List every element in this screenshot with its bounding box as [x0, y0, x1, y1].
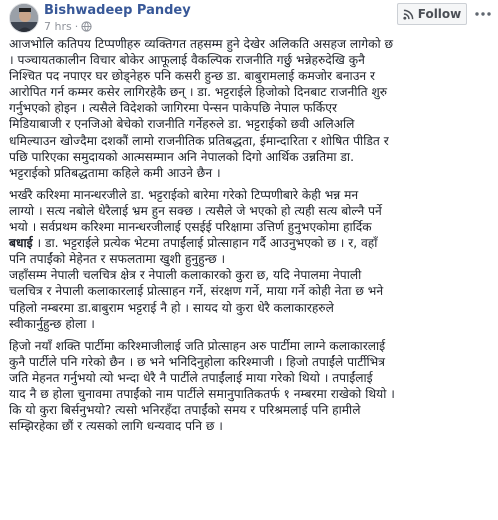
author-name[interactable]: Bishwadeep Pandey	[44, 3, 191, 18]
text-line: निश्चित पद नपाएर घर छोड्नेहरु पनि कसरी ह…	[9, 69, 376, 84]
text-line: सम्झिरहेका छौं र त्यसको लागि धन्यवाद पनि…	[9, 419, 223, 434]
emphasized-word: बधाई	[9, 236, 33, 251]
text-line: । पञ्चायतकालीन विचार बोकेर आफूलाई वैकल्प…	[9, 53, 365, 68]
post-timestamp[interactable]: 7 hrs	[44, 20, 72, 33]
post-header: Bishwadeep Pandey 7 hrs · Follow	[0, 0, 498, 38]
text-line: याद नै छ होला चुनावमा तपाईंको नाम पार्टी…	[9, 386, 395, 401]
rss-icon	[403, 9, 414, 20]
text-line: लाग्यो । सत्य नबोले धेरैलाई भ्रम हुन सक्…	[9, 203, 382, 218]
post-paragraph-1: आजभोलि कतिपय टिप्पणीहरु व्यक्तिगत तहसम्म…	[9, 36, 491, 181]
text-line: पनि तपाईंको मेहेनत र सफलतामा खुशी हुनुहु…	[9, 252, 226, 267]
post-paragraph-3: हिजो नयाँ शक्ति पार्टीमा करिश्माजीलाई जत…	[9, 338, 491, 435]
post-meta: 7 hrs ·	[44, 20, 92, 33]
text-line: स्वीकार्नुहुन्छ होला ।	[9, 316, 95, 331]
follow-button[interactable]: Follow	[397, 3, 467, 25]
text-line: भयो । सर्वप्रथम करिश्मा मानन्धरजीलाई एसई…	[9, 220, 372, 235]
post-body: आजभोलि कतिपय टिप्पणीहरु व्यक्तिगत तहसम्म…	[9, 36, 491, 440]
text-line: आरोपित गर्न कम्मर कसेर लागिरहेकै छन् । ड…	[9, 85, 388, 100]
meta-separator: ·	[74, 20, 79, 33]
text-fragment: । डा. भट्टराईले प्रत्येक भेटमा तपाईंलाई …	[36, 236, 378, 251]
text-line: धमिल्याउन खोज्दैमा दशकौं लामो राजनीतिक प…	[9, 133, 389, 148]
avatar-photo-icon	[10, 4, 38, 32]
text-line: गर्नुभएको होइन । त्यसैले विदेशको जागिरमा…	[9, 101, 337, 116]
text-line: भर्खरै करिश्मा मानन्धरजीले डा. भट्टराईको…	[9, 187, 359, 202]
text-line: कि यो कुरा बिर्सनुभयो? त्यसो भनिरहँदा तप…	[9, 403, 361, 418]
follow-label: Follow	[417, 7, 462, 21]
text-line: चलचित्र र नेपाली कलाकारलाई प्रोत्साहन गर…	[9, 284, 384, 299]
text-line: पहिलो नम्बरमा डा.बाबुराम भट्टराई नै हो ।…	[9, 300, 334, 315]
text-line: जहाँसम्म नेपाली चलचित्र क्षेत्र र नेपाली…	[9, 268, 362, 283]
avatar[interactable]	[9, 3, 39, 33]
text-line: भट्टराईको प्रतिबद्धतामा कहिले कमी आउने छ…	[9, 165, 221, 180]
text-line: जति मेहनत गर्नुभयो त्यो भन्दा धेरै नै पा…	[9, 370, 373, 385]
post-paragraph-2: भर्खरै करिश्मा मानन्धरजीले डा. भट्टराईको…	[9, 187, 491, 332]
text-line-with-emphasis: बधाई । डा. भट्टराईले प्रत्येक भेटमा तपाई…	[9, 235, 491, 251]
text-line: कुनै पार्टीले पनि गरेको छैन । छ भने भनिद…	[9, 354, 385, 369]
globe-icon[interactable]	[81, 21, 92, 32]
more-options-icon[interactable]	[473, 9, 493, 19]
text-line: पछि पारिएका समुदायको आत्मसम्मान अनि नेपा…	[9, 149, 354, 164]
text-line: आजभोलि कतिपय टिप्पणीहरु व्यक्तिगत तहसम्म…	[9, 37, 394, 51]
text-line: मिडियाबाजी र एनजिओ बेचेको राजनीति गर्नेह…	[9, 117, 355, 132]
text-line: हिजो नयाँ शक्ति पार्टीमा करिश्माजीलाई जत…	[9, 338, 386, 353]
